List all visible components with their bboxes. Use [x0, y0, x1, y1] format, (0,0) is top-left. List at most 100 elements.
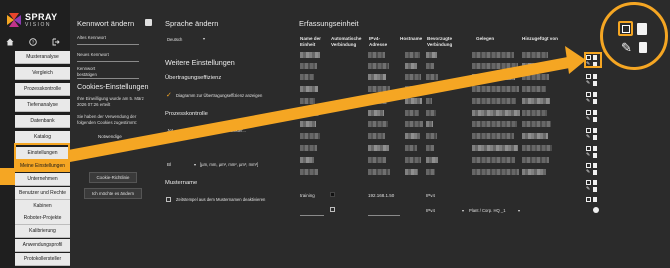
- download-icon[interactable]: [586, 197, 591, 202]
- logout-icon[interactable]: [50, 36, 62, 48]
- redacted-cell: [300, 110, 319, 116]
- new-ip-field[interactable]: [368, 215, 400, 216]
- trash-icon[interactable]: [593, 99, 597, 104]
- download-icon[interactable]: [586, 74, 591, 79]
- sidebar-item-roboter-projekte[interactable]: Roboter-Projekte: [15, 212, 70, 225]
- sidebar-item-musteranalyse[interactable]: Musteranalyse: [15, 51, 70, 64]
- pencil-icon[interactable]: ✎: [586, 187, 590, 192]
- cookie-item-necessary: Notwendige: [98, 134, 122, 139]
- redacted-cell: [368, 121, 388, 127]
- pencil-icon[interactable]: ✎: [586, 170, 590, 175]
- clipboard-icon[interactable]: [593, 163, 597, 168]
- pattern-timestamp-checkbox[interactable]: [166, 197, 171, 202]
- highlight-box-row-actions: [584, 52, 602, 68]
- sidebar-item-datenbank[interactable]: Datenbank: [15, 115, 70, 128]
- cookie-item-analytics: Analysen: [98, 147, 117, 152]
- cookies-consent-text: Ihre Einwilligung wurde am 5. März 2026 …: [77, 96, 144, 107]
- cookies-title: Cookies-Einstellungen: [77, 82, 149, 91]
- redacted-cell: [522, 121, 551, 127]
- trash-icon[interactable]: [593, 135, 597, 140]
- clipboard-icon[interactable]: [593, 74, 597, 79]
- cookie-policy-button[interactable]: Cookie-Richtlinie: [89, 172, 137, 183]
- download-icon[interactable]: [586, 146, 591, 151]
- chevron-down-icon[interactable]: ▾: [194, 162, 196, 167]
- clipboard-icon[interactable]: [593, 197, 597, 202]
- pencil-icon[interactable]: ✎: [586, 81, 590, 86]
- trash-icon[interactable]: [593, 153, 597, 158]
- new-password-label: Neues Kennwort: [77, 52, 109, 57]
- trash-icon[interactable]: [593, 117, 597, 122]
- redacted-cell: [522, 169, 546, 175]
- trash-icon[interactable]: [593, 170, 597, 175]
- sidebar-item-kalibrierung[interactable]: Kalibrierung: [15, 225, 70, 238]
- help-icon[interactable]: ?: [27, 36, 39, 48]
- save-icon[interactable]: [145, 19, 152, 26]
- clipboard-icon[interactable]: [593, 146, 597, 151]
- download-icon[interactable]: [586, 180, 591, 185]
- redacted-cell: [522, 157, 549, 163]
- row-preferred-connection: IPv4: [426, 193, 436, 198]
- col-header-location: Gelegen: [476, 36, 495, 41]
- redacted-cell: [368, 157, 386, 163]
- pencil-icon[interactable]: ✎: [621, 41, 632, 54]
- old-password-field[interactable]: [77, 44, 139, 45]
- sidebar-item-protokollersteller[interactable]: Protokollersteller: [15, 253, 70, 266]
- clipboard-icon[interactable]: [593, 92, 597, 97]
- redacted-cell: [472, 110, 520, 116]
- chevron-down-icon[interactable]: ▾: [203, 36, 205, 41]
- redacted-cell: [300, 169, 318, 175]
- sidebar-item-prozesskontrolle[interactable]: Prozesskontrolle: [15, 83, 70, 96]
- trash-icon[interactable]: [639, 42, 647, 53]
- sidebar-item-vergleich[interactable]: Vergleich: [15, 67, 70, 80]
- download-icon[interactable]: [586, 92, 591, 97]
- chevron-down-icon[interactable]: ▾: [518, 208, 520, 213]
- sidebar-item-benutzer-und-rechte[interactable]: Benutzer und Rechte: [15, 187, 70, 200]
- new-row-location[interactable]: Plant / Corp. HQ _1: [469, 208, 506, 213]
- checkmark-icon[interactable]: ✓: [166, 91, 172, 99]
- clipboard-icon[interactable]: [593, 128, 597, 133]
- new-row-preferred[interactable]: IPv4: [426, 208, 435, 213]
- add-row-icon[interactable]: [593, 207, 599, 213]
- home-icon[interactable]: [4, 36, 16, 48]
- redacted-cell: [426, 86, 435, 92]
- sidebar-item-tiefenanalyse[interactable]: Tiefenanalyse: [15, 99, 70, 112]
- redacted-cell: [405, 110, 419, 116]
- pencil-icon[interactable]: ✎: [586, 153, 590, 158]
- download-icon[interactable]: [586, 163, 591, 168]
- sidebar-item-anwendungsprofil[interactable]: Anwendungsprofil: [15, 239, 70, 252]
- redacted-cell: [405, 157, 421, 163]
- redacted-cell: [522, 86, 546, 92]
- col-header-ipv4: IPv4-Adresse: [369, 36, 388, 47]
- chevron-down-icon[interactable]: ▾: [462, 208, 464, 213]
- language-select[interactable]: Deutsch: [167, 37, 182, 42]
- clipboard-icon[interactable]: [593, 180, 597, 185]
- pencil-icon[interactable]: ✎: [586, 117, 590, 122]
- redacted-cell: [522, 110, 547, 116]
- download-icon[interactable]: [586, 110, 591, 115]
- trash-icon[interactable]: [593, 81, 597, 86]
- pencil-icon[interactable]: ✎: [586, 135, 590, 140]
- redacted-cell: [368, 169, 390, 175]
- auto-connect-toggle[interactable]: [330, 192, 335, 197]
- row-edit-delete-icons: ✎: [586, 135, 602, 141]
- sidebar-item-unternehmen[interactable]: Unternehmen: [15, 173, 70, 186]
- trash-icon[interactable]: [593, 187, 597, 192]
- new-auto-connect-checkbox[interactable]: [330, 207, 335, 212]
- change-cookies-button[interactable]: Ich möchte es ändern: [84, 188, 142, 199]
- clipboard-icon[interactable]: [637, 23, 647, 35]
- redacted-cell: [472, 74, 515, 80]
- pencil-icon[interactable]: ✎: [586, 99, 590, 104]
- redacted-cell: [472, 52, 514, 58]
- process-row-value-jet[interactable]: Standardtyp für Muster...: [200, 128, 246, 133]
- redacted-cell: [426, 133, 437, 139]
- process-row-value-bl[interactable]: [µm, mm, µm², mm², µm³, mm³]: [200, 162, 258, 167]
- row-edit-delete-icons: ✎: [586, 187, 602, 193]
- new-password-field[interactable]: [77, 61, 139, 62]
- chevron-down-icon[interactable]: ▾: [194, 128, 196, 133]
- download-icon[interactable]: [618, 21, 633, 36]
- confirm-password-field[interactable]: [77, 78, 139, 79]
- new-unit-name-field[interactable]: [300, 215, 324, 216]
- download-icon[interactable]: [586, 128, 591, 133]
- redacted-cell: [426, 74, 438, 80]
- clipboard-icon[interactable]: [593, 110, 597, 115]
